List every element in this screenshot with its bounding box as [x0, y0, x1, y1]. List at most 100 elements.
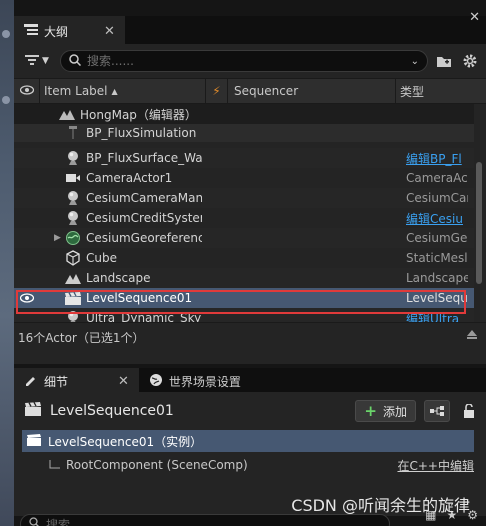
row-label: BP_FluxSurface_Wa — [86, 151, 202, 165]
tree-indent: ▶ — [40, 233, 64, 243]
chevron-down-icon[interactable]: ⌄ — [411, 56, 419, 67]
add-component-button[interactable]: + 添加 — [355, 400, 416, 422]
clapper-icon — [64, 290, 82, 306]
tree-row[interactable]: CameraActor1 CameraAc — [14, 168, 474, 188]
cube-icon — [64, 250, 82, 266]
sequencer-flash-icon[interactable]: ⚡ — [206, 79, 228, 103]
sequencer-column[interactable]: Sequencer — [228, 79, 396, 103]
edit-blueprint-link[interactable]: 编辑Cesiu — [406, 210, 468, 227]
edge-dot — [2, 96, 10, 104]
tree-row[interactable]: LevelSequence01 LevelSequ — [14, 288, 474, 308]
row-label: CesiumCreditSyster — [86, 211, 202, 225]
sphere-actor-icon — [64, 310, 82, 322]
landscape-icon — [64, 270, 82, 286]
item-label-column[interactable]: Item Label ▲ — [40, 79, 206, 103]
row-label: CameraActor1 — [86, 171, 173, 185]
outliner-tabbar: 大纲 ✕ ✕ — [14, 10, 486, 44]
outliner-tree: HongMap（编辑器） BP_FluxSimulation BP_FluxSur… — [14, 104, 486, 322]
viewport-edge — [0, 0, 14, 526]
search-icon — [29, 517, 40, 526]
outliner-toolbar: ▼ ⌄ — [14, 44, 486, 78]
tree-row[interactable]: BP_FluxSurface_Wa 编辑BP_Fl — [14, 148, 474, 168]
sphere-actor-icon — [64, 210, 82, 226]
plus-icon: + — [364, 402, 377, 420]
globe-icon — [64, 230, 82, 246]
row-label: CesiumCameraMan — [86, 191, 202, 205]
edit-in-cpp-link[interactable]: 在C++中编辑 — [398, 457, 475, 474]
eye-icon[interactable] — [14, 293, 40, 303]
row-label: Cube — [86, 251, 117, 265]
blueprint-icon — [64, 125, 82, 141]
tree-row[interactable]: Ultra_Dynamic_Sky 编辑Ultra_ — [14, 308, 474, 322]
row-type: CameraAc — [406, 171, 468, 185]
row-type: CesiumGe — [406, 231, 468, 245]
outliner-tab-icon — [24, 23, 38, 39]
item-label-header: Item Label — [44, 84, 108, 98]
details-tabbar: 细节 ✕ 世界场景设置 — [14, 368, 486, 392]
child-component-label: RootComponent (SceneComp) — [66, 458, 248, 472]
map-icon — [58, 106, 76, 122]
row-type: StaticMesl — [406, 251, 468, 265]
tree-row[interactable]: ▶ CesiumGeoreferenc CesiumGe — [14, 228, 474, 248]
tree-row[interactable]: BP_FluxSimulation — [14, 124, 474, 142]
tree-row[interactable]: CesiumCreditSyster 编辑Cesiu — [14, 208, 474, 228]
tree-row-map[interactable]: HongMap（编辑器） — [14, 104, 474, 124]
details-tab-label: 细节 — [44, 374, 69, 389]
close-icon[interactable]: ✕ — [118, 374, 129, 389]
clapper-icon — [26, 433, 42, 450]
details-panel: 细节 ✕ 世界场景设置 LevelSequence01 + 添加 LevelSe… — [14, 368, 486, 526]
tab-outliner[interactable]: 大纲 ✕ — [14, 16, 125, 44]
tab-details[interactable]: 细节 ✕ — [14, 368, 139, 392]
close-window-icon[interactable]: ✕ — [469, 10, 480, 25]
lock-icon[interactable] — [458, 404, 480, 418]
outliner-status-bar: 16个Actor（已选1个） — [14, 322, 486, 352]
row-label: Landscape — [86, 271, 151, 285]
tree-row[interactable]: CesiumCameraMan CesiumCar — [14, 188, 474, 208]
component-root-row[interactable]: LevelSequence01（实例） — [22, 430, 474, 452]
details-search[interactable]: 搜索 — [20, 514, 390, 526]
search-input[interactable] — [87, 54, 405, 68]
gear-icon[interactable]: ⚙ — [467, 508, 478, 522]
row-type: LevelSequ — [406, 291, 468, 305]
blueprint-graph-button[interactable] — [424, 400, 450, 422]
row-label: BP_FluxSimulation — [86, 126, 197, 140]
scene-component-icon — [48, 458, 62, 473]
edit-blueprint-link[interactable]: 编辑Ultra_ — [406, 310, 468, 323]
row-label: Ultra_Dynamic_Sky — [86, 311, 202, 322]
star-icon[interactable]: ★ — [446, 508, 457, 522]
map-label: HongMap（编辑器） — [80, 107, 197, 122]
chevron-down-icon: ▼ — [42, 56, 49, 66]
sphere-actor-icon — [64, 190, 82, 206]
outliner-tab-label: 大纲 — [44, 24, 69, 39]
tree-row[interactable]: Landscape Landscape — [14, 268, 474, 288]
root-component-label: LevelSequence01（实例） — [48, 434, 203, 449]
tab-world-settings[interactable]: 世界场景设置 — [138, 368, 251, 392]
close-icon[interactable]: ✕ — [104, 24, 115, 39]
sort-ascending-icon: ▲ — [111, 86, 118, 96]
actor-name: LevelSequence01 — [50, 403, 174, 419]
sphere-actor-icon — [64, 150, 82, 166]
outliner-scrollbar[interactable] — [476, 162, 482, 284]
tree-row[interactable]: Cube StaticMesl — [14, 248, 474, 268]
add-label: 添加 — [382, 404, 407, 419]
details-tab-icon — [24, 374, 38, 389]
edit-blueprint-link[interactable]: 编辑BP_Fl — [406, 150, 468, 167]
add-folder-button[interactable] — [434, 51, 454, 71]
details-header: LevelSequence01 + 添加 — [14, 392, 486, 430]
clapper-icon — [24, 401, 42, 421]
component-child-row[interactable]: RootComponent (SceneComp) 在C++中编辑 — [22, 452, 474, 478]
row-type: Landscape — [406, 271, 468, 285]
gear-icon[interactable] — [460, 51, 480, 71]
table-icon[interactable]: ▦ — [425, 508, 436, 522]
visibility-column[interactable] — [14, 79, 40, 103]
details-bottom-icons: ▦ ★ ⚙ — [425, 508, 478, 522]
outliner-column-header: Item Label ▲ ⚡ Sequencer 类型 — [14, 78, 486, 104]
view-options-icon[interactable] — [466, 329, 478, 346]
expand-arrow-icon[interactable]: ▶ — [54, 233, 64, 243]
outliner-search[interactable]: ⌄ — [60, 50, 428, 72]
search-icon — [69, 53, 82, 69]
actor-count-text: 16个Actor（已选1个） — [18, 331, 145, 345]
type-column[interactable]: 类型 — [396, 79, 486, 103]
filter-button[interactable]: ▼ — [20, 49, 54, 73]
edge-dot — [2, 30, 10, 38]
